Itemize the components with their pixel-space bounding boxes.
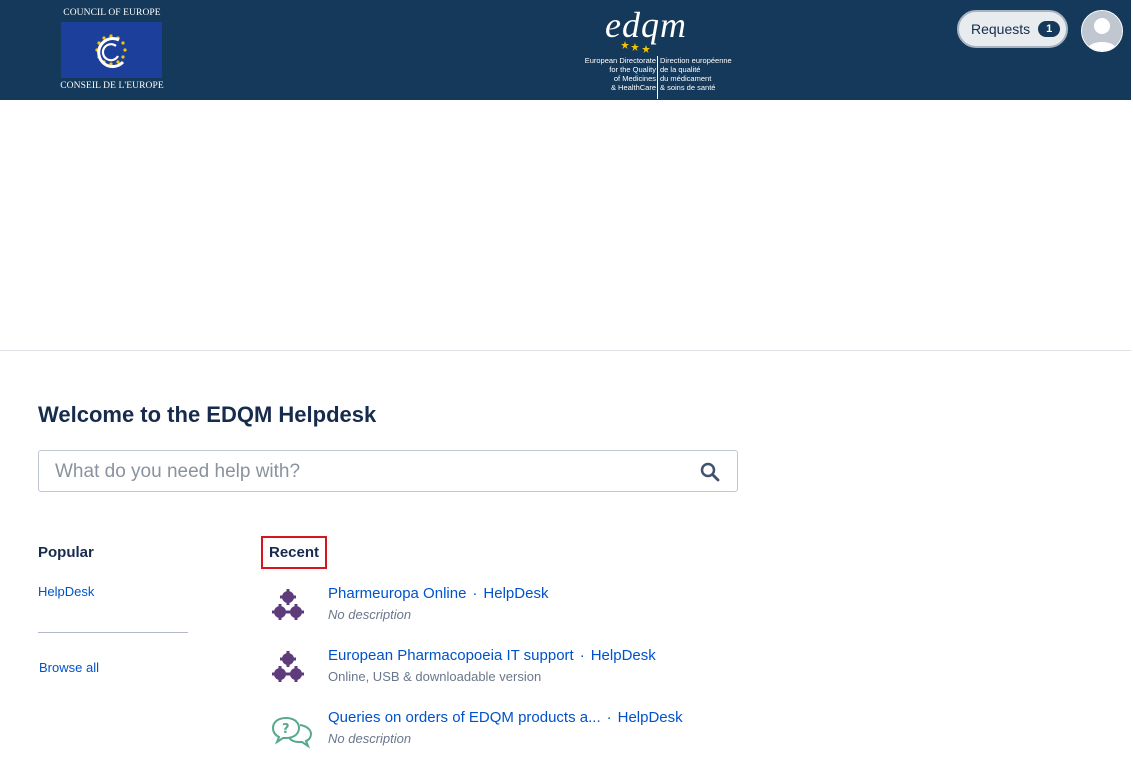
coe-flag-icon: [61, 22, 162, 78]
gears-icon: [272, 589, 304, 620]
recent-item-title: European Pharmacopoeia IT support · HelpDe…: [328, 647, 656, 664]
popular-helpdesk-link[interactable]: HelpDesk: [38, 584, 94, 599]
gears-icon: [272, 651, 304, 682]
recent-item-link[interactable]: Queries on orders of EDQM products a...: [328, 709, 601, 726]
recent-item-title: Queries on orders of EDQM products a... ·…: [328, 709, 683, 726]
user-icon: [1082, 11, 1122, 51]
user-avatar[interactable]: [1081, 10, 1123, 52]
coe-logo-top-text: COUNCIL OF EUROPE: [63, 8, 161, 18]
edqm-french-tagline: Direction européenne de la qualité du mé…: [660, 56, 732, 92]
recent-item: Pharmeuropa Online · HelpDesk No descripti…: [270, 585, 730, 635]
council-of-europe-logo[interactable]: COUNCIL OF EUROPE CONSEIL DE L'EUROPE: [60, 8, 164, 92]
banner-area: [0, 100, 1131, 351]
svg-text:?: ?: [282, 722, 290, 737]
recent-item-title: Pharmeuropa Online · HelpDesk: [328, 585, 548, 602]
recent-item-description: No description: [328, 731, 412, 746]
search-box: [38, 450, 738, 493]
recent-item-portal-link[interactable]: HelpDesk: [483, 585, 548, 602]
recent-heading: Recent: [261, 536, 327, 569]
recent-item: European Pharmacopoeia IT support · HelpDe…: [270, 647, 730, 697]
recent-item-separator: ·: [472, 585, 478, 602]
recent-item-link[interactable]: Pharmeuropa Online: [328, 585, 466, 602]
requests-button[interactable]: Requests 1: [957, 10, 1068, 48]
recent-item-portal-link[interactable]: HelpDesk: [591, 647, 656, 664]
search-input[interactable]: [53, 451, 677, 493]
recent-item-link[interactable]: European Pharmacopoeia IT support: [328, 647, 574, 664]
requests-count-badge: 1: [1038, 21, 1061, 37]
popular-heading: Popular: [38, 544, 94, 561]
recent-item-portal-link[interactable]: HelpDesk: [618, 709, 683, 726]
popular-divider: [38, 632, 188, 633]
edqm-stars-icon: [621, 41, 650, 53]
edqm-tagline-divider: [657, 56, 658, 99]
recent-item-separator: ·: [606, 709, 612, 726]
chat-question-icon: ?: [271, 716, 313, 749]
coe-logo-bottom-text: CONSEIL DE L'EUROPE: [60, 81, 164, 91]
browse-all-link[interactable]: Browse all: [39, 660, 99, 675]
recent-item-description: Online, USB & downloadable version: [328, 669, 542, 684]
edqm-english-tagline: European Directorate for the Quality of …: [584, 56, 656, 92]
recent-item-separator: ·: [579, 647, 585, 664]
page-title: Welcome to the EDQM Helpdesk: [38, 402, 377, 427]
requests-label: Requests: [971, 21, 1031, 37]
recent-item: ? Queries on orders of EDQM products a..…: [270, 709, 730, 759]
edqm-logo[interactable]: edqm European Directorate for the Qualit…: [585, 4, 732, 99]
search-icon[interactable]: [700, 462, 720, 482]
top-bar: COUNCIL OF EUROPE CONSEIL DE L'EUROPE ed…: [0, 0, 1131, 100]
recent-item-description: No description: [328, 607, 412, 622]
